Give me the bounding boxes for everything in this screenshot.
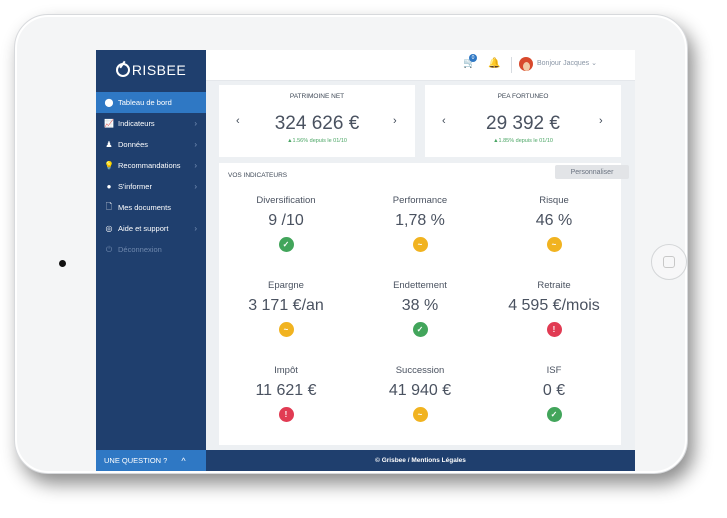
question-label: UNE QUESTION ? [104, 456, 168, 465]
check-icon: ✓ [278, 237, 294, 252]
indicator-value: 1,78 % [395, 212, 445, 229]
warning-icon: ~ [278, 322, 294, 337]
brand-logo[interactable]: RISBEE [96, 50, 206, 90]
brand-name: RISBEE [131, 62, 187, 78]
cart-badge: 0 [469, 54, 477, 62]
indicator-value: 0 € [542, 382, 566, 399]
pea-delta: ▲1.85% depuis le 01/10 [493, 138, 553, 144]
warning-icon: ~ [546, 237, 562, 252]
camera-dot [59, 260, 66, 267]
indicator-name: Epargne [268, 280, 304, 291]
sidebar-item-recommandations[interactable]: 💡 Recommandations › [96, 155, 206, 176]
sidebar-item-label: Mes documents [118, 203, 171, 212]
indicator-endettement[interactable]: Endettement 38 % ✓ [353, 280, 487, 337]
home-button[interactable] [651, 244, 687, 280]
chevron-up-icon: ^ [181, 455, 186, 466]
alert-icon: ! [278, 407, 294, 422]
indicator-value: 41 940 € [388, 382, 452, 399]
check-icon: ✓ [412, 322, 428, 337]
lightbulb-icon: 💡 [104, 161, 114, 170]
indicator-name: Impôt [274, 365, 298, 376]
indicator-name: Diversification [256, 195, 316, 206]
indicator-name: ISF [546, 365, 562, 376]
bell-icon[interactable]: 🔔 [488, 58, 500, 69]
footer-links[interactable]: © Grisbee / Mentions Légales [375, 457, 466, 464]
sidebar-item-label: Déconnexion [118, 245, 162, 254]
sidebar-item-label: Indicateurs [118, 119, 155, 128]
sidebar-item-label: Recommandations [118, 161, 181, 170]
indicator-name: Retraite [537, 280, 571, 291]
chart-icon: 📈 [104, 119, 114, 128]
patrimoine-value: 324 626 € [274, 113, 360, 134]
sidebar-item-deconnexion[interactable]: ⏻ Déconnexion [96, 239, 206, 260]
pea-card: PEA FORTUNEO ‹ 29 392 € › ▲1.85% depuis … [425, 85, 621, 157]
sidebar-item-indicateurs[interactable]: 📈 Indicateurs › [96, 113, 206, 134]
indicator-name: Performance [392, 195, 448, 206]
sidebar-item-aide-support[interactable]: ◎ Aide et support › [96, 218, 206, 239]
indicator-value: 46 % [535, 212, 573, 229]
top-bar: 🛒 0 🔔 Bonjour Jacques ⌄ [206, 50, 635, 81]
patrimoine-delta: ▲1.56% depuis le 01/10 [287, 138, 347, 144]
sidebar-item-mes-documents[interactable]: 🗋 Mes documents [96, 197, 206, 218]
indicator-risque[interactable]: Risque 46 % ~ [487, 195, 621, 252]
power-icon: ⏻ [105, 244, 113, 254]
check-icon: ✓ [546, 407, 562, 422]
user-menu[interactable]: Bonjour Jacques ⌄ [537, 59, 597, 67]
footer: © Grisbee / Mentions Légales [206, 450, 635, 471]
indicator-epargne[interactable]: Epargne 3 171 €/an ~ [219, 280, 353, 337]
chevron-right-icon[interactable]: › [599, 115, 603, 127]
question-button[interactable]: UNE QUESTION ? ^ [96, 450, 206, 471]
chevron-right-icon: › [194, 161, 197, 170]
chevron-right-icon: › [194, 140, 197, 149]
data-icon: ♟ [105, 140, 113, 149]
indicator-value: 38 % [401, 297, 439, 314]
indicator-value: 3 171 €/an [248, 297, 324, 314]
sidebar-item-tableau-de-bord[interactable]: ⬤ Tableau de bord [96, 92, 206, 113]
tablet-frame: RISBEE ⬤ Tableau de bord 📈 Indicateurs ›… [14, 14, 688, 474]
indicator-name: Endettement [393, 280, 447, 291]
chevron-right-icon: › [194, 182, 197, 191]
sidebar-item-donnees[interactable]: ♟ Données › [96, 134, 206, 155]
sidebar-item-label: Données [118, 140, 149, 149]
indicator-value: 11 621 € [255, 382, 317, 399]
topbar-divider [511, 57, 512, 73]
patrimoine-card: PATRIMOINE NET ‹ 324 626 € › ▲1.56% depu… [219, 85, 415, 157]
help-icon: ◎ [105, 224, 113, 233]
pea-value: 29 392 € [486, 113, 560, 134]
pea-title: PEA FORTUNEO [497, 93, 549, 100]
indicator-retraite[interactable]: Retraite 4 595 €/mois ! [487, 280, 621, 337]
chevron-right-icon[interactable]: › [393, 115, 397, 127]
indicator-value: 4 595 €/mois [508, 297, 600, 314]
warning-icon: ~ [412, 407, 428, 422]
sidebar-item-label: Tableau de bord [118, 98, 172, 107]
indicator-value: 9 /10 [268, 212, 304, 229]
sidebar: RISBEE ⬤ Tableau de bord 📈 Indicateurs ›… [96, 50, 206, 471]
document-icon: 🗋 [105, 201, 113, 211]
indicator-succession[interactable]: Succession 41 940 € ~ [353, 365, 487, 422]
avatar[interactable] [519, 57, 533, 71]
sidebar-nav: ⬤ Tableau de bord 📈 Indicateurs › ♟ Donn… [96, 92, 206, 260]
indicator-impot[interactable]: Impôt 11 621 € ! [219, 365, 353, 422]
alert-icon: ! [546, 322, 562, 337]
chevron-right-icon: › [194, 119, 197, 128]
customize-button[interactable]: Personnaliser [555, 165, 629, 179]
app-screen: RISBEE ⬤ Tableau de bord 📈 Indicateurs ›… [96, 50, 635, 471]
indicator-name: Risque [539, 195, 569, 206]
info-icon: ● [106, 182, 112, 191]
indicators-card: VOS INDICATEURS Personnaliser Diversific… [219, 163, 629, 445]
main-content: PATRIMOINE NET ‹ 324 626 € › ▲1.56% depu… [206, 80, 635, 450]
sidebar-item-label: S'informer [118, 182, 152, 191]
indicator-diversification[interactable]: Diversification 9 /10 ✓ [219, 195, 353, 252]
indicators-header: VOS INDICATEURS [228, 172, 288, 179]
indicator-isf[interactable]: ISF 0 € ✓ [487, 365, 621, 422]
sidebar-item-label: Aide et support [118, 224, 169, 233]
indicator-performance[interactable]: Performance 1,78 % ~ [353, 195, 487, 252]
chevron-right-icon: › [194, 224, 197, 233]
indicator-name: Succession [395, 365, 445, 376]
sidebar-item-sinformer[interactable]: ● S'informer › [96, 176, 206, 197]
patrimoine-title: PATRIMOINE NET [289, 93, 345, 100]
warning-icon: ~ [412, 237, 428, 252]
dashboard-icon: ⬤ [104, 98, 114, 107]
logo-icon [115, 63, 130, 77]
